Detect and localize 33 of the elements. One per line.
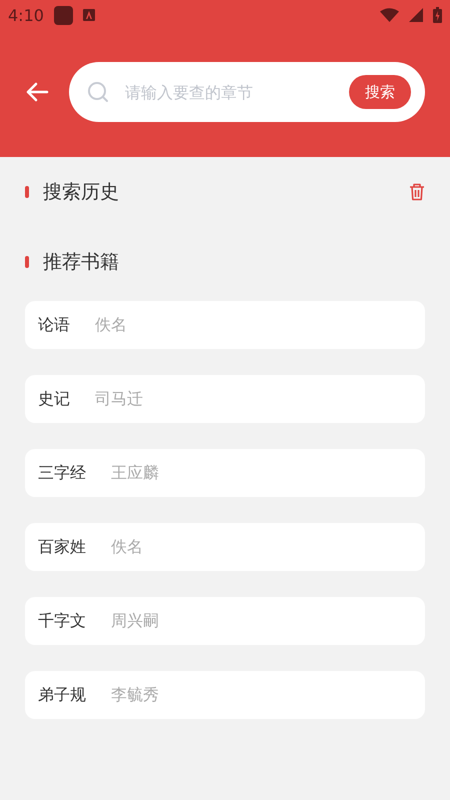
book-card[interactable]: 百家姓 佚名: [25, 523, 425, 571]
book-title: 弟子规: [38, 684, 86, 706]
book-title: 史记: [38, 388, 70, 410]
book-author: 司马迁: [95, 388, 143, 410]
book-author: 王应麟: [111, 462, 159, 484]
book-title: 论语: [38, 314, 70, 336]
book-author: 佚名: [95, 314, 127, 336]
section-marker: [25, 186, 29, 198]
notification-icon: [82, 9, 95, 21]
section-title: 搜索历史: [43, 180, 120, 205]
book-card[interactable]: 论语 佚名: [25, 301, 425, 349]
book-author: 佚名: [111, 536, 143, 558]
wifi-icon: [380, 8, 399, 22]
section-title: 推荐书籍: [43, 250, 120, 275]
section-marker: [25, 256, 29, 268]
back-arrow-icon[interactable]: [25, 82, 49, 102]
search-button[interactable]: 搜索: [349, 75, 411, 109]
book-title: 百家姓: [38, 536, 86, 558]
signal-icon: [409, 8, 423, 22]
app-notification-icon: [54, 6, 73, 24]
book-card[interactable]: 弟子规 李毓秀: [25, 671, 425, 719]
book-card[interactable]: 三字经 王应麟: [25, 449, 425, 497]
book-card[interactable]: 史记 司马迁: [25, 375, 425, 423]
trash-icon[interactable]: [409, 183, 425, 201]
book-author: 周兴嗣: [111, 610, 159, 632]
search-icon: [87, 81, 109, 103]
battery-icon: [433, 7, 442, 23]
status-time: 4:10: [8, 6, 44, 24]
book-author: 李毓秀: [111, 684, 159, 706]
book-title: 千字文: [38, 610, 86, 632]
book-title: 三字经: [38, 462, 86, 484]
search-field[interactable]: 请输入要查的章节 搜索: [69, 62, 425, 122]
book-card[interactable]: 千字文 周兴嗣: [25, 597, 425, 645]
